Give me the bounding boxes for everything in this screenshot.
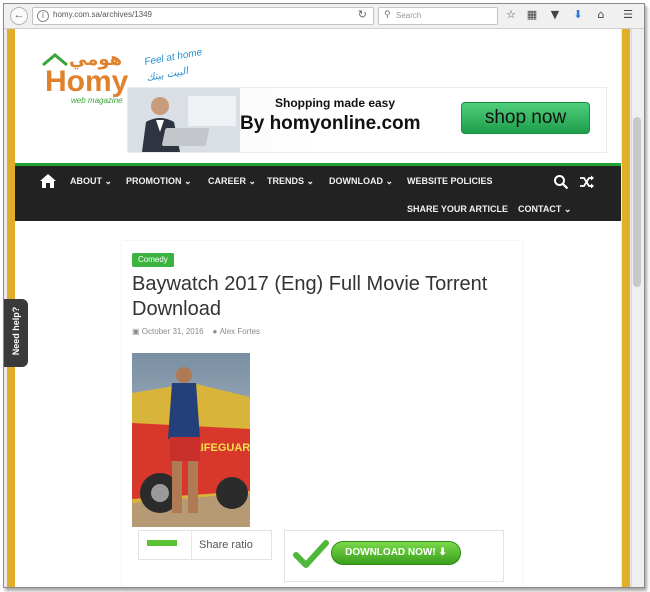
main-nav: ABOUT ⌄ PROMOTION ⌄ CAREER ⌄ TRENDS ⌄ DO…: [15, 163, 621, 221]
article-author[interactable]: Alex Fortes: [220, 327, 260, 336]
nav-item-about[interactable]: ABOUT ⌄: [70, 176, 112, 187]
article-card: Comedy Baywatch 2017 (Eng) Full Movie To…: [122, 241, 522, 587]
info-icon[interactable]: i: [37, 10, 49, 22]
home-icon[interactable]: [39, 173, 57, 189]
search-icon[interactable]: [553, 174, 569, 190]
scrollbar-track[interactable]: [631, 29, 644, 587]
search-placeholder: Search: [396, 11, 422, 20]
ad-banner[interactable]: Shopping made easy By homyonline.com sho…: [127, 87, 607, 153]
share-ratio-bar: [147, 540, 177, 546]
home-icon[interactable]: ⌂: [594, 8, 608, 22]
download-now-label: DOWNLOAD NOW!: [345, 547, 436, 558]
nav-item-label: TRENDS: [267, 176, 305, 186]
logo-tagline-ar: البيت بيتك: [146, 66, 191, 84]
reload-icon[interactable]: ↻: [358, 8, 367, 21]
nav-item-label: CONTACT: [518, 204, 562, 214]
share-divider: [191, 531, 192, 559]
download-box: DOWNLOAD NOW! ⬇: [284, 530, 504, 582]
site-content: هومي Homy web magazine Feel at home البي…: [15, 29, 621, 587]
bookmark-star-icon[interactable]: ☆: [504, 8, 518, 22]
url-bar[interactable]: i homy.com.sa/archives/1349 ↻: [32, 7, 374, 25]
search-bar[interactable]: ⚲ Search: [378, 7, 498, 25]
share-ratio-label: Share ratio: [199, 539, 253, 551]
calendar-icon: ▣: [132, 327, 140, 336]
ad-photo: [128, 88, 240, 152]
ad-tagline: Shopping made easy: [275, 96, 396, 110]
nav-item-website-policies[interactable]: WEBSITE POLICIES: [407, 176, 493, 186]
shop-now-button[interactable]: shop now: [461, 102, 590, 134]
logo-sub-text: web magazine: [71, 96, 123, 105]
poster-lifeguard-text: LIFEGUARD: [194, 442, 250, 454]
right-side-stripe: [622, 29, 630, 587]
search-icon: ⚲: [384, 9, 391, 19]
nav-item-label: CAREER: [208, 176, 247, 186]
nav-item-label: PROMOTION: [126, 176, 182, 186]
menu-icon[interactable]: ☰: [621, 8, 635, 22]
nav-item-label: ABOUT: [70, 176, 102, 186]
browser-toolbar: ← i homy.com.sa/archives/1349 ↻ ⚲ Search…: [4, 4, 644, 29]
nav-item-promotion[interactable]: PROMOTION ⌄: [126, 176, 192, 187]
page-viewport: هومي Homy web magazine Feel at home البي…: [4, 29, 644, 587]
back-button[interactable]: ←: [10, 7, 28, 25]
share-ratio-box: Share ratio: [138, 530, 272, 560]
url-text: homy.com.sa/archives/1349: [53, 10, 153, 19]
nav-item-trends[interactable]: TRENDS ⌄: [267, 176, 314, 187]
category-badge[interactable]: Comedy: [132, 253, 174, 267]
nav-item-download[interactable]: DOWNLOAD ⌄: [329, 176, 393, 187]
need-help-label: Need help?: [11, 306, 21, 356]
download-icon[interactable]: ⬇: [571, 8, 585, 22]
need-help-tab[interactable]: Need help?: [4, 299, 28, 367]
ad-headline: By homyonline.com: [240, 113, 421, 134]
nav-item-career[interactable]: CAREER ⌄: [208, 176, 256, 187]
logo-name-text: Homy: [45, 65, 129, 98]
check-icon: [293, 540, 329, 568]
article-title[interactable]: Baywatch 2017 (Eng) Full Movie Torrent D…: [132, 272, 502, 322]
library-icon[interactable]: ▦: [525, 8, 539, 22]
article-meta: ▣ October 31, 2016 ● Alex Fortes: [132, 327, 260, 336]
download-now-button[interactable]: DOWNLOAD NOW! ⬇: [331, 541, 461, 565]
download-arrow-icon: ⬇: [438, 547, 447, 558]
nav-item-share-your-article[interactable]: SHARE YOUR ARTICLE: [407, 204, 508, 214]
nav-item-contact[interactable]: CONTACT ⌄: [518, 204, 571, 215]
movie-poster-image[interactable]: LIFEGUARD: [132, 353, 250, 527]
browser-window: ← i homy.com.sa/archives/1349 ↻ ⚲ Search…: [3, 3, 645, 588]
logo-tagline-en: Feel at home: [144, 47, 204, 68]
author-icon: ●: [212, 327, 218, 336]
article-date[interactable]: October 31, 2016: [142, 327, 204, 336]
nav-item-label: DOWNLOAD: [329, 176, 383, 186]
shuffle-icon[interactable]: [579, 174, 595, 190]
pocket-icon[interactable]: ▼: [548, 8, 562, 22]
scrollbar-thumb[interactable]: [633, 117, 641, 287]
